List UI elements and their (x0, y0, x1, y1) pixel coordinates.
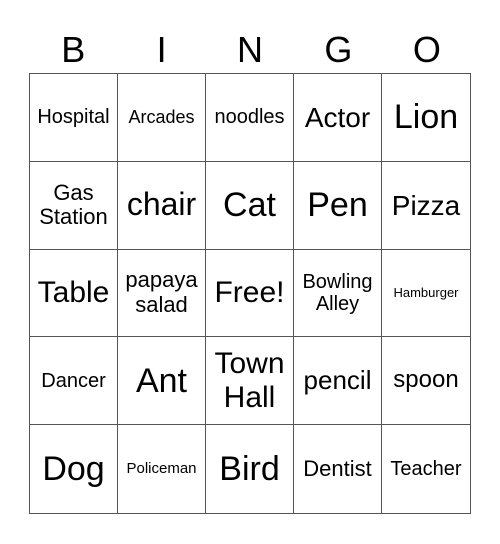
bingo-cell[interactable]: Pizza (382, 162, 470, 250)
bingo-cell[interactable]: Town Hall (206, 337, 294, 426)
bingo-cell[interactable]: Pen (294, 161, 382, 250)
bingo-card: Hospital Arcades noodles Actor Lion Gas … (29, 73, 471, 514)
bingo-cell[interactable]: Bird (206, 425, 294, 513)
bingo-cell[interactable]: chair (118, 161, 206, 250)
bingo-cell[interactable]: Arcades (118, 74, 206, 162)
header-letter-o: O (412, 29, 441, 70)
bingo-cell[interactable]: Table (30, 249, 118, 338)
bingo-cell[interactable]: papaya salad (118, 249, 206, 338)
bingo-cell[interactable]: Hospital (30, 74, 118, 162)
bingo-cell[interactable]: Dog (30, 425, 118, 513)
bingo-cell[interactable]: Dentist (294, 425, 382, 513)
bingo-cell[interactable]: Teacher (382, 425, 470, 513)
bingo-cell[interactable]: Lion (382, 74, 470, 162)
bingo-cell[interactable]: spoon (382, 337, 470, 426)
bingo-cell[interactable]: Hamburger (382, 250, 470, 338)
header-letter-i: I (156, 29, 167, 70)
bingo-cell[interactable]: Gas Station (30, 161, 118, 250)
header-letter-g: G (324, 29, 353, 70)
header-letter-n: N (237, 29, 264, 70)
bingo-cell[interactable]: pencil (294, 337, 382, 426)
bingo-cell[interactable]: Cat (206, 161, 294, 250)
bingo-cell[interactable]: Policeman (118, 425, 206, 513)
bingo-cell[interactable]: noodles (206, 74, 294, 162)
header-letter-b: B (61, 29, 86, 70)
free-space[interactable]: Free! (206, 249, 294, 338)
bingo-cell[interactable]: Dancer (30, 337, 118, 426)
bingo-cell[interactable]: Actor (294, 74, 382, 162)
bingo-header: B I N G O (29, 26, 471, 74)
bingo-cell[interactable]: Bowling Alley (294, 249, 382, 338)
bingo-cell[interactable]: Ant (118, 337, 206, 426)
